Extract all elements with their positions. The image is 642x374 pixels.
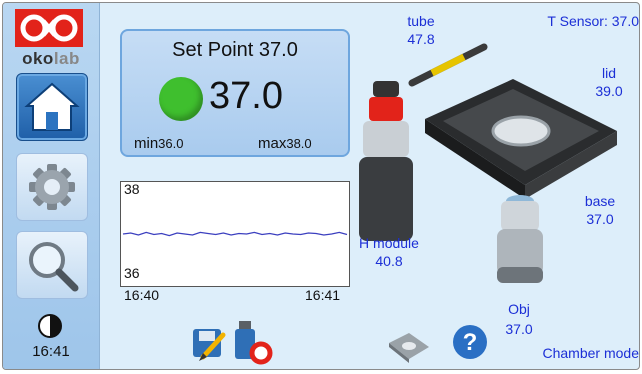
trend-plot — [122, 231, 348, 237]
home-button[interactable] — [16, 73, 88, 141]
min-limit: min36.0 — [134, 135, 184, 152]
h-module-value: 40.8 — [375, 253, 403, 269]
tube-label: tube — [407, 13, 435, 29]
tube-value: 47.8 — [407, 31, 435, 47]
contrast-icon[interactable] — [37, 313, 63, 339]
okolab-logo-mark — [15, 9, 83, 47]
lid-label: lid — [601, 65, 616, 81]
h-module-label: H module — [359, 235, 419, 251]
base-value: 37.0 — [586, 211, 614, 227]
lid-value: 39.0 — [595, 83, 623, 99]
obj-label: Obj — [508, 301, 530, 317]
h-module-bottle-icon[interactable] — [353, 81, 423, 241]
y-tick-label: 36 — [124, 265, 140, 281]
settings-button[interactable] — [16, 153, 88, 221]
setpoint-panel[interactable]: Set Point 37.0 37.0 min36.0 max38.0 — [120, 29, 350, 157]
clock: 16:41 — [32, 343, 70, 360]
search-button[interactable] — [16, 231, 88, 299]
usb-record-icon[interactable] — [229, 319, 275, 365]
current-temperature: 37.0 — [209, 75, 283, 117]
series-line — [122, 231, 348, 237]
okolab-logo-text: okolab — [22, 49, 80, 68]
obj-value: 37.0 — [505, 321, 533, 337]
y-tick-label: 38 — [124, 181, 140, 197]
max-limit: max38.0 — [258, 135, 312, 152]
save-edit-icon[interactable] — [189, 323, 229, 363]
magnifier-icon — [29, 242, 79, 292]
temperature-trend-chart[interactable] — [120, 181, 350, 287]
help-icon[interactable]: ? — [451, 323, 489, 361]
x-tick-label: 16:40 — [124, 287, 160, 303]
setpoint-title: Set Point 37.0 — [172, 39, 298, 61]
sidebar: okolab 16:41 — [3, 3, 100, 369]
gear-icon — [29, 164, 75, 210]
status-indicator — [159, 77, 203, 121]
objective-icon[interactable] — [489, 193, 551, 285]
chamber-mode-label[interactable]: Chamber mode — [511, 345, 640, 361]
stage-insert-icon[interactable] — [387, 327, 431, 363]
t-sensor-readout: T Sensor: 37.0 — [547, 13, 639, 29]
home-icon — [24, 82, 80, 131]
base-label: base — [584, 193, 616, 209]
x-tick-label: 16:41 — [305, 287, 341, 303]
svg-text:?: ? — [463, 329, 478, 356]
app-screen: okolab 16:41 Set Point 37.0 37.0 min36.0… — [2, 2, 640, 370]
